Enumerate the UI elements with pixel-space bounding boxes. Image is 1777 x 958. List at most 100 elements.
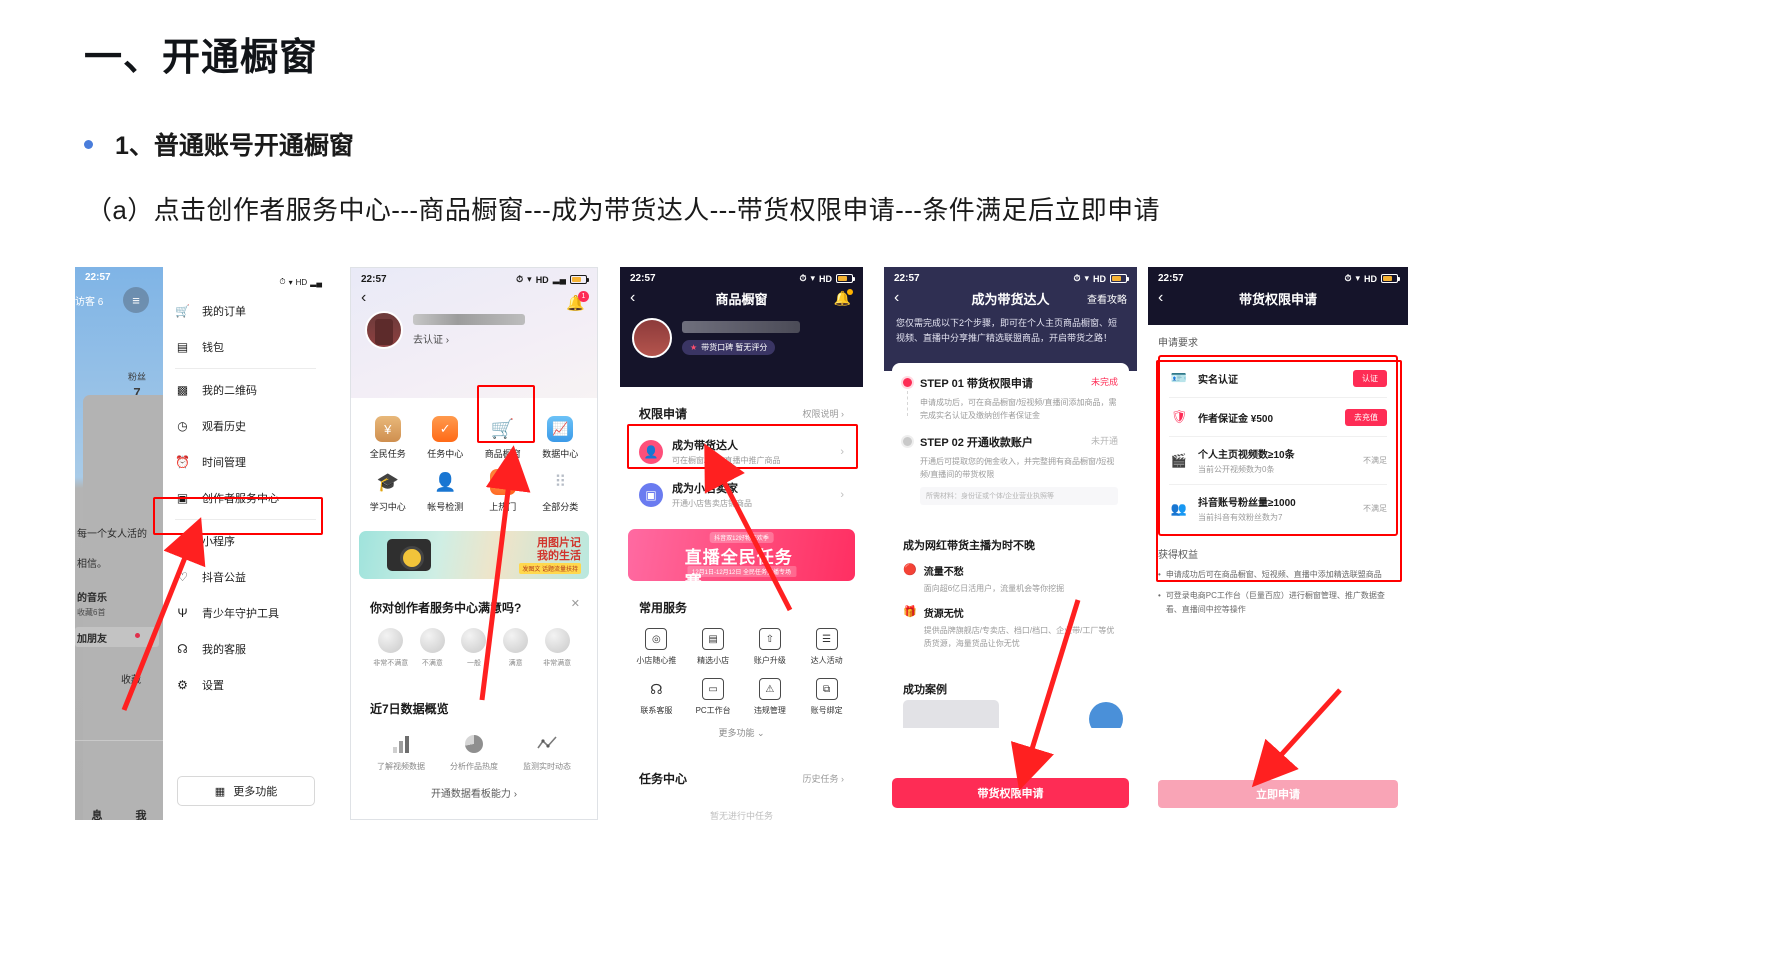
survey-option-label: 一般 — [466, 660, 481, 667]
survey-option-0[interactable]: 非常不满意 — [370, 628, 412, 668]
service-item-support[interactable]: ☊ 联系客服 — [628, 678, 685, 716]
profile-row[interactable]: 去认证 › — [351, 307, 597, 349]
shopping-cart-icon: 🛒 — [490, 419, 515, 440]
nav-bar: ‹ 带货权限申请 — [1148, 284, 1408, 312]
menu-item-miniprogram[interactable]: ✳ 小程序 — [163, 523, 328, 559]
page-title: 一、开通橱窗 — [84, 37, 319, 79]
reputation-chip[interactable]: ★ 带货口碑 暂无评分 — [682, 340, 776, 355]
grid-item-product-showcase[interactable]: 🛒 商品橱窗 — [474, 416, 532, 460]
survey-option-1[interactable]: 不满意 — [412, 628, 454, 668]
menu-item-teen-protection[interactable]: Ψ 青少年守护工具 — [163, 595, 328, 631]
link-icon: ⧉ — [815, 678, 838, 700]
status-bar: 22:57 ⏱ ▾ HD — [1148, 267, 1408, 284]
menu-item-creator-service-center[interactable]: ▣ 创作者服务中心 — [163, 480, 328, 516]
menu-item-charity[interactable]: ♡ 抖音公益 — [163, 559, 328, 595]
common-services-card: 常用服务 ◎ 小店随心推 ▤ 精选小店 ⇧ 账户升级 ☰ 达人活动 ☊ 联系客服 — [628, 589, 855, 752]
overview-item-video-data[interactable]: 了解视频数据 — [370, 731, 432, 772]
hamburger-menu-icon[interactable]: ≡ — [123, 287, 149, 313]
survey-option-3[interactable]: 满意 — [495, 628, 537, 668]
menu-item-support[interactable]: ☊ 我的客服 — [163, 631, 328, 667]
grid-item-task-center[interactable]: ✓ 任务中心 — [417, 416, 475, 460]
close-icon[interactable]: ✕ — [571, 597, 580, 610]
service-item-pc-workbench[interactable]: ▭ PC工作台 — [685, 678, 742, 716]
permission-row-shop[interactable]: ▣ 成为小店卖家 开通小店售卖店铺商品 › — [628, 473, 855, 516]
bottom-tabs[interactable]: 息 我 — [75, 807, 163, 820]
money-stack-icon: ¥ — [374, 416, 401, 442]
menu-item-history[interactable]: ◷ 观看历史 — [163, 408, 328, 444]
service-item-violation[interactable]: ⚠ 违规管理 — [742, 678, 799, 716]
notification-button[interactable]: 🔔 — [834, 288, 853, 307]
step-body: 开通后可提取您的佣金收入，并完整拥有商品橱窗/短视频/直播间的带货权限 — [920, 457, 1115, 479]
live-event-banner[interactable]: 抖音双12好物狂欢季 直播全民任务赛 12月1日-12月12日 全民任务直播专场 — [628, 529, 855, 581]
open-dashboard-link[interactable]: 开通数据看板能力 › — [370, 785, 578, 800]
grid-item-all-categories[interactable]: ⠿ 全部分类 — [532, 469, 590, 513]
tab-message[interactable]: 息 — [92, 807, 103, 820]
history-tasks-link[interactable]: 历史任务 › — [803, 772, 845, 785]
service-item-binding[interactable]: ⧉ 账号绑定 — [798, 678, 855, 716]
more-functions-link[interactable]: 更多功能 ⌄ — [628, 724, 855, 748]
promo-banner[interactable]: 用图片记 我的生活 发图文 话题流量扶持 — [359, 531, 589, 579]
requirement-action[interactable]: 去充值 — [1345, 408, 1387, 426]
notification-button[interactable]: 🔔 1 — [566, 291, 589, 313]
happy-face-icon — [503, 628, 529, 653]
step-row-2: STEP 02 开通收款账户 未开通 开通后可提取您的佣金收入，并完整拥有商品橱… — [903, 434, 1118, 505]
alarm-icon: ⏱ — [279, 277, 286, 286]
menu-item-settings[interactable]: ⚙ 设置 — [163, 667, 328, 703]
chevron-right-icon: › — [840, 445, 844, 458]
service-item-upgrade[interactable]: ⇧ 账户升级 — [742, 628, 799, 666]
grid-item-trending[interactable]: DOU 上热门 — [474, 469, 532, 513]
grid-item-learning-center[interactable]: 🎓 学习中心 — [359, 469, 417, 513]
back-button[interactable]: ‹ — [1158, 289, 1163, 307]
task-center-card: 任务中心 历史任务 › 暂无进行中任务 — [628, 760, 855, 820]
username-blurred — [682, 321, 800, 333]
banner-tag: 发图文 话题流量扶持 — [519, 563, 581, 574]
grid-item-data-center[interactable]: 📈 数据中心 — [532, 416, 590, 460]
bullet-icon: • — [1158, 570, 1161, 579]
grid-item-account-check[interactable]: 👤 帐号检测 — [417, 469, 475, 513]
requirement-row-deposit[interactable]: 🛡 作者保证金 ¥500 去充值 — [1160, 398, 1396, 436]
nav-bar: ‹ 商品橱窗 🔔 — [620, 284, 863, 312]
menu-item-orders[interactable]: 🛒 我的订单 — [163, 293, 328, 329]
back-button[interactable]: ‹ — [894, 289, 899, 307]
alarm-icon: ⏱ — [1073, 273, 1081, 283]
grid-item-quanmin-task[interactable]: ¥ 全民任务 — [359, 416, 417, 460]
bullet-label: 1、普通账号开通橱窗 — [115, 132, 354, 160]
requirement-action[interactable]: 认证 — [1353, 369, 1387, 387]
guide-link[interactable]: 查看攻略 — [1087, 291, 1127, 306]
battery-icon — [570, 275, 589, 284]
instruction-line: （a）点击创作者服务中心---商品橱窗---成为带货达人---带货权限申请---… — [86, 195, 1160, 225]
overview-item-work-heat[interactable]: 分析作品热度 — [443, 731, 505, 772]
requirement-row-realname[interactable]: 🪪 实名认证 认证 — [1160, 359, 1396, 397]
survey-option-2[interactable]: 一般 — [453, 628, 495, 668]
menu-item-time-management[interactable]: ⏰ 时间管理 — [163, 444, 328, 480]
requirement-sub: 当前抖音有效粉丝数为7 — [1198, 513, 1283, 522]
permission-row-talent[interactable]: 👤 成为带货达人 可在橱窗/视频/直播中推广商品 › — [628, 430, 855, 473]
verify-button[interactable]: 认证 — [1353, 369, 1387, 387]
recharge-button[interactable]: 去充值 — [1345, 408, 1387, 426]
permission-help-link[interactable]: 权限说明 › — [803, 407, 845, 420]
apply-permission-button[interactable]: 带货权限申请 — [892, 778, 1129, 808]
survey-option-4[interactable]: 非常满意 — [536, 628, 578, 668]
services-grid: ◎ 小店随心推 ▤ 精选小店 ⇧ 账户升级 ☰ 达人活动 ☊ 联系客服 ▭ PC… — [628, 624, 855, 724]
grid-label: 任务中心 — [427, 449, 464, 459]
menu-item-qrcode[interactable]: ▩ 我的二维码 — [163, 372, 328, 408]
service-item-promote[interactable]: ◎ 小店随心推 — [628, 628, 685, 666]
apply-now-button[interactable]: 立即申请 — [1158, 780, 1398, 808]
more-functions-button[interactable]: ▦ 更多功能 — [177, 776, 315, 806]
service-item-activity[interactable]: ☰ 达人活动 — [798, 628, 855, 666]
requirement-row-videos: 🎬 个人主页视频数≥10条 当前公开视频数为0条 不满足 — [1160, 437, 1396, 484]
status-icons: ⏱ ▾ HD — [1344, 273, 1400, 284]
back-button[interactable]: ‹ — [630, 289, 635, 307]
verify-link[interactable]: 去认证 › — [413, 331, 525, 346]
banner-sub: 12月1日-12月12日 全民任务直播专场 — [686, 566, 797, 577]
menu-item-wallet[interactable]: ▤ 钱包 — [163, 329, 328, 365]
overview-item-realtime[interactable]: 监测实时动态 — [516, 731, 578, 772]
hd-icon: HD — [295, 277, 308, 287]
tab-me[interactable]: 我 — [136, 807, 147, 820]
menu-label: 设置 — [202, 680, 224, 692]
sprout-icon: Ψ — [177, 606, 188, 620]
service-item-shop[interactable]: ▤ 精选小店 — [685, 628, 742, 666]
back-button[interactable]: ‹ — [361, 289, 366, 307]
add-friends-label: 加朋友 — [77, 634, 107, 645]
desktop-icon: ▭ — [702, 678, 725, 700]
